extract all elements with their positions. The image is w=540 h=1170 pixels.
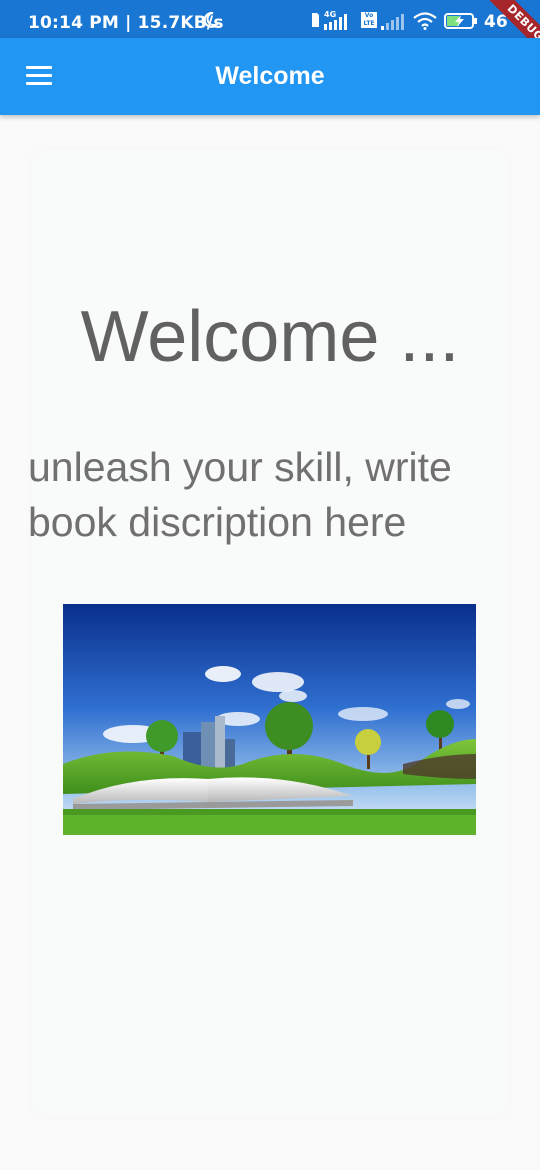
welcome-heading: Welcome ...	[80, 297, 460, 377]
status-bar: 10:14 PM | 15.7KB/s 4G Vo LTE 46	[0, 0, 540, 38]
status-time: 10:14 PM | 15.7KB/s	[28, 13, 224, 33]
volte-icon: Vo LTE	[361, 12, 377, 28]
app-bar-title: Welcome	[215, 62, 325, 90]
app-bar: Welcome	[0, 38, 540, 115]
battery-charging-icon	[444, 13, 477, 29]
book-description: unleash your skill, write book discripti…	[28, 444, 452, 545]
book-landscape-image	[63, 604, 476, 835]
signal-icon	[324, 14, 347, 30]
moon-icon	[203, 11, 219, 28]
sim-icon	[312, 13, 319, 27]
signal-weak-icon	[381, 14, 404, 30]
wifi-icon	[413, 12, 437, 30]
